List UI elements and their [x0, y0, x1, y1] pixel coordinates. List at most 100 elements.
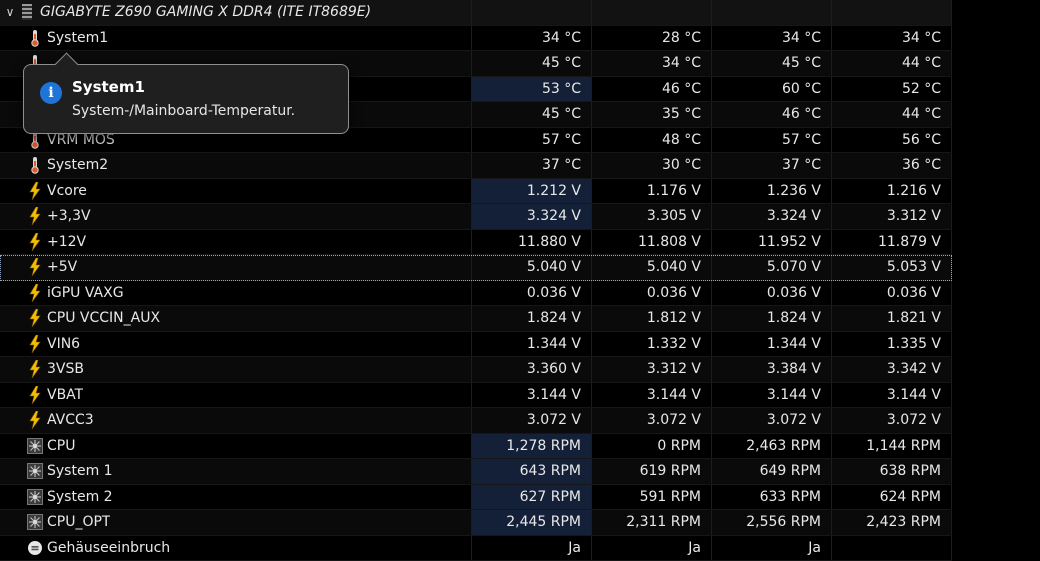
sensor-value-cell: 3.324 V	[712, 204, 832, 229]
sensor-value-cell: 1.212 V	[472, 179, 592, 204]
sensor-value-cell: 633 RPM	[712, 485, 832, 510]
sensor-row[interactable]: CPU VCCIN_AUX1.824 V1.812 V1.824 V1.821 …	[0, 306, 952, 332]
sensor-name-cell: CPU_OPT	[0, 510, 472, 535]
lightning-icon	[25, 257, 45, 277]
sensor-value-cell: 45 °C	[712, 51, 832, 76]
sensor-value-cell: 11.808 V	[592, 230, 712, 255]
sensor-value-cell: 34 °C	[472, 26, 592, 51]
sensor-value-cell: 5.040 V	[472, 255, 592, 280]
sensor-name-cell: System2	[0, 153, 472, 178]
sensor-value-cell: 5.053 V	[832, 255, 952, 280]
sensor-name-cell: System1	[0, 26, 472, 51]
device-title: GIGABYTE Z690 GAMING X DDR4 (ITE IT8689E…	[40, 4, 371, 20]
sensor-value-cell: 3.305 V	[592, 204, 712, 229]
sensor-value-cell: 3.324 V	[472, 204, 592, 229]
sensor-value-cell: 3.144 V	[832, 383, 952, 408]
sensor-row[interactable]: +5V5.040 V5.040 V5.070 V5.053 V	[0, 255, 952, 281]
sensor-row[interactable]: System134 °C28 °C34 °C34 °C	[0, 26, 952, 52]
sensor-label: +3,3V	[47, 208, 91, 224]
sensor-value-cell: 0.036 V	[832, 281, 952, 306]
lightning-icon	[25, 385, 45, 405]
sensor-row[interactable]: System 2 627 RPM591 RPM633 RPM624 RPM	[0, 485, 952, 511]
sensor-value-cell: 11.879 V	[832, 230, 952, 255]
sensor-row[interactable]: iGPU VAXG0.036 V0.036 V0.036 V0.036 V	[0, 281, 952, 307]
fan-icon	[25, 436, 45, 456]
sensor-row[interactable]: AVCC33.072 V3.072 V3.072 V3.072 V	[0, 408, 952, 434]
sensor-value-cell: 3.312 V	[832, 204, 952, 229]
sensor-label: VIN6	[47, 336, 80, 352]
header-cell	[472, 0, 592, 25]
sensor-value-cell	[832, 536, 952, 561]
sensor-label: VBAT	[47, 387, 83, 403]
sensor-value-cell: 3.144 V	[472, 383, 592, 408]
sensor-row[interactable]: VBAT3.144 V3.144 V3.144 V3.144 V	[0, 383, 952, 409]
sensor-value-cell: 1.824 V	[712, 306, 832, 331]
sensor-row[interactable]: System 1643 RPM619 RPM649 RPM638 RPM	[0, 459, 952, 485]
sensor-value-cell: 1.821 V	[832, 306, 952, 331]
tooltip-text: System-/Mainboard-Temperatur.	[72, 103, 295, 119]
sensor-label: System 1	[47, 463, 113, 479]
sensor-row[interactable]: System237 °C30 °C37 °C36 °C	[0, 153, 952, 179]
sensor-row[interactable]: CPU1,278 RPM0 RPM2,463 RPM1,144 RPM	[0, 434, 952, 460]
sensor-value-cell: 1.216 V	[832, 179, 952, 204]
thermometer-icon	[25, 28, 45, 48]
sensor-value-cell: 1.824 V	[472, 306, 592, 331]
device-header-cell: ∨ GIGABYTE Z690 GAMING X DDR4 (ITE IT868…	[0, 0, 472, 25]
sensor-value-cell: 0.036 V	[472, 281, 592, 306]
sensor-value-cell: 627 RPM	[472, 485, 592, 510]
sensor-label: CPU_OPT	[47, 514, 110, 530]
sensor-value-cell: 0 RPM	[592, 434, 712, 459]
sensor-value-cell: 2,311 RPM	[592, 510, 712, 535]
sensor-name-cell: VIN6	[0, 332, 472, 357]
sensor-row[interactable]: VIN61.344 V1.332 V1.344 V1.335 V	[0, 332, 952, 358]
sensor-name-cell: +12V	[0, 230, 472, 255]
sensor-name-cell: CPU	[0, 434, 472, 459]
sensor-label: Gehäuseeinbruch	[47, 540, 170, 556]
sensor-value-cell: 5.040 V	[592, 255, 712, 280]
sensor-value-cell: 3.072 V	[472, 408, 592, 433]
sensor-label: 3VSB	[47, 361, 84, 377]
sensor-label: System2	[47, 157, 108, 173]
sensor-row[interactable]: +12V11.880 V11.808 V11.952 V11.879 V	[0, 230, 952, 256]
fan-icon	[25, 461, 45, 481]
sensor-value-cell: 28 °C	[592, 26, 712, 51]
info-icon: i	[40, 82, 62, 104]
sensor-value-cell: 5.070 V	[712, 255, 832, 280]
lightning-icon	[25, 359, 45, 379]
sensor-label: CPU	[47, 438, 75, 454]
sensor-row[interactable]: GehäuseeinbruchJaJaJa	[0, 536, 952, 561]
sensor-value-cell: 1.344 V	[472, 332, 592, 357]
sensor-value-cell: 2,445 RPM	[472, 510, 592, 535]
sensor-value-cell: 57 °C	[712, 128, 832, 153]
sensor-value-cell: 30 °C	[592, 153, 712, 178]
sensor-value-cell: 60 °C	[712, 77, 832, 102]
sensor-value-cell: 649 RPM	[712, 459, 832, 484]
sensor-value-cell: 11.952 V	[712, 230, 832, 255]
device-header-row[interactable]: ∨ GIGABYTE Z690 GAMING X DDR4 (ITE IT868…	[0, 0, 952, 26]
sensor-value-cell: 3.072 V	[832, 408, 952, 433]
chevron-down-icon[interactable]: ∨	[2, 2, 18, 22]
sensor-name-cell: AVCC3	[0, 408, 472, 433]
sensor-value-cell: 3.312 V	[592, 357, 712, 382]
sensor-value-cell: 3.342 V	[832, 357, 952, 382]
sensor-row[interactable]: Vcore1.212 V1.176 V1.236 V1.216 V	[0, 179, 952, 205]
thermometer-icon	[25, 155, 45, 175]
tooltip-title: System1	[72, 78, 145, 96]
sensor-value-cell: 45 °C	[472, 102, 592, 127]
sensor-value-cell: 48 °C	[592, 128, 712, 153]
sensor-row[interactable]: +3,3V3.324 V3.305 V3.324 V3.312 V	[0, 204, 952, 230]
sensor-value-cell: 591 RPM	[592, 485, 712, 510]
sensor-value-cell: 624 RPM	[832, 485, 952, 510]
sensor-row[interactable]: CPU_OPT2,445 RPM2,311 RPM2,556 RPM2,423 …	[0, 510, 952, 536]
sensor-label: System 2	[47, 489, 113, 505]
sensor-value-cell: 638 RPM	[832, 459, 952, 484]
sensor-row[interactable]: 3VSB3.360 V3.312 V3.384 V3.342 V	[0, 357, 952, 383]
sensor-value-cell: 619 RPM	[592, 459, 712, 484]
sensor-label: iGPU VAXG	[47, 285, 124, 301]
sensor-value-cell: 46 °C	[712, 102, 832, 127]
header-cell	[832, 0, 952, 25]
sensor-value-cell: 1.344 V	[712, 332, 832, 357]
sensor-label: System1	[47, 30, 108, 46]
sensor-label: VRM MOS	[47, 132, 115, 148]
sensor-value-cell: 1,144 RPM	[832, 434, 952, 459]
